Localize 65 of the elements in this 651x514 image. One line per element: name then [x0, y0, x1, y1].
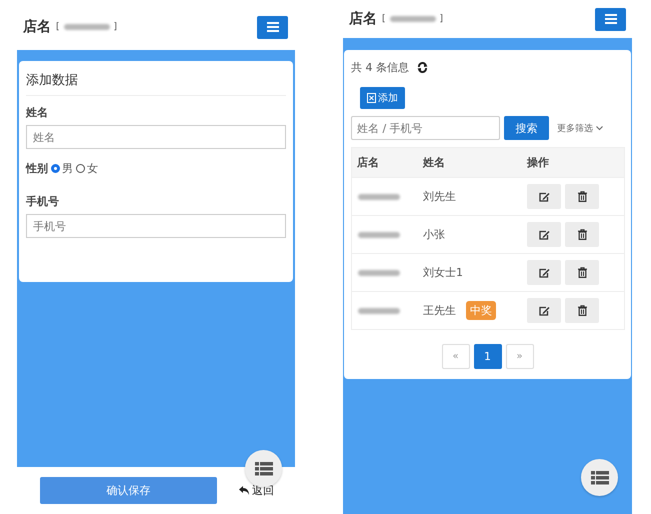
radio-button[interactable] — [51, 164, 60, 173]
delete-button[interactable] — [565, 260, 599, 285]
edit-button[interactable] — [527, 184, 561, 209]
edit-icon — [538, 230, 550, 240]
delete-button[interactable] — [565, 184, 599, 209]
trash-icon — [578, 305, 586, 316]
search-field[interactable]: 姓名 / 手机号 — [351, 116, 500, 140]
menu-button[interactable] — [595, 8, 626, 30]
search-button[interactable]: 搜索 — [504, 116, 549, 140]
list-icon — [590, 470, 608, 484]
trash-icon — [578, 229, 586, 240]
menu-button[interactable] — [257, 16, 288, 38]
table-cell: 小张 — [423, 227, 445, 242]
store-title: 店名 — [23, 18, 51, 36]
blurred-text — [357, 268, 401, 278]
edit-icon — [538, 306, 550, 316]
input-field[interactable]: 手机号 — [26, 214, 286, 238]
field-label: 手机号 — [26, 194, 60, 209]
radio-button[interactable] — [76, 164, 85, 173]
bracket: ] — [114, 22, 118, 32]
field-label: 性别 — [26, 161, 48, 176]
delete-button[interactable] — [565, 298, 599, 323]
save-button[interactable]: 确认保存 — [40, 477, 217, 504]
radio-label: 男 — [62, 161, 73, 176]
page-button[interactable]: » — [506, 344, 534, 369]
document-icon — [367, 93, 376, 103]
table-cell: 刘先生 — [423, 189, 456, 204]
menu-icon — [266, 22, 278, 32]
bracket: ] — [440, 14, 444, 24]
edit-button[interactable] — [527, 260, 561, 285]
blurred-text — [357, 306, 401, 316]
radio-label: 女 — [87, 161, 98, 176]
add-button[interactable]: 添加 — [360, 87, 405, 109]
menu-icon — [604, 14, 616, 24]
page-button[interactable]: « — [442, 344, 470, 369]
blurred-text — [357, 192, 401, 202]
trash-icon — [578, 191, 586, 202]
edit-icon — [538, 192, 550, 202]
prize-badge: 中奖 — [466, 301, 496, 320]
store-title: 店名 — [349, 10, 377, 28]
column-header: 操作 — [526, 155, 549, 170]
table-cell: 刘女士1 — [423, 265, 463, 280]
refresh-icon — [417, 62, 428, 73]
field-label: 姓名 — [26, 105, 49, 120]
column-header: 店名 — [356, 155, 380, 170]
blurred-text — [388, 14, 437, 24]
back-arrow-icon — [239, 486, 250, 495]
page-button[interactable]: 1 — [474, 344, 502, 369]
delete-button[interactable] — [565, 222, 599, 247]
filter-dropdown[interactable]: 更多筛选 — [553, 122, 603, 134]
column-header: 姓名 — [422, 155, 446, 170]
edit-button[interactable] — [527, 222, 561, 247]
input-field[interactable]: 姓名 — [26, 125, 286, 149]
record-count: 共 4 条信息 — [351, 60, 409, 75]
blurred-text — [62, 22, 111, 32]
list-icon — [254, 462, 272, 476]
edit-button[interactable] — [527, 298, 561, 323]
edit-icon — [538, 268, 550, 278]
trash-icon — [578, 267, 586, 278]
form-title: 添加数据 — [26, 71, 286, 96]
chevron-down-icon — [596, 126, 603, 130]
bracket: [ — [56, 22, 60, 32]
bracket: [ — [382, 14, 386, 24]
blurred-text — [357, 230, 401, 240]
table-cell: 王先生 — [423, 303, 456, 318]
